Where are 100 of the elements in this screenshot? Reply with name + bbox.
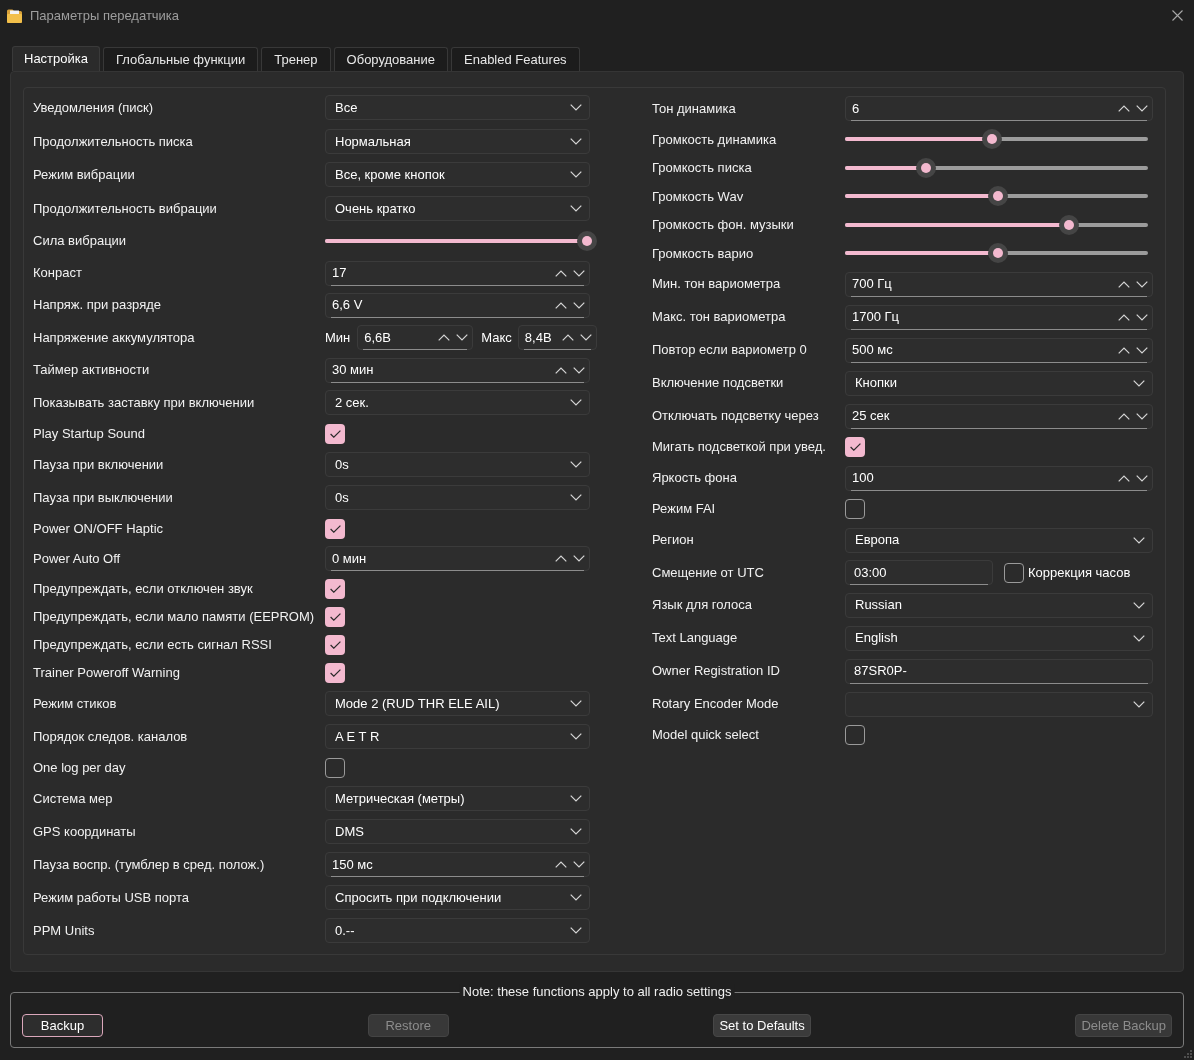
spin-box[interactable]: 25 сек [845,403,1153,429]
slider-thumb[interactable] [577,231,597,251]
chevron-down-icon[interactable] [573,861,585,868]
chevron-up-icon[interactable] [1118,412,1130,420]
slider[interactable] [845,214,1150,235]
setting-label: Громкость фон. музыки [652,216,795,234]
checkbox[interactable] [325,662,345,683]
chevron-down-icon[interactable] [456,334,469,341]
slider-thumb[interactable] [981,129,1002,150]
spin-box[interactable]: 500 мс [845,337,1153,363]
slider[interactable] [325,231,597,251]
checkbox[interactable] [845,725,865,745]
chevron-down-icon[interactable] [573,555,585,562]
chevron-down-icon[interactable] [1136,313,1148,321]
dropdown[interactable]: Все [325,95,590,121]
text-field[interactable]: 03:00 [845,560,993,585]
spin-box[interactable]: 1700 Гц [845,304,1153,330]
slider[interactable] [845,157,1150,178]
text-field[interactable]: 87SR0P- [845,658,1153,684]
dropdown[interactable]: Russian [845,592,1153,618]
chevron-down-icon [570,794,582,802]
action-button[interactable]: Set to Defaults [713,1014,811,1037]
chevron-up-icon[interactable] [555,861,567,868]
chevron-down-icon[interactable] [573,301,585,309]
slider[interactable] [845,186,1150,207]
spin-box[interactable]: 150 мс [325,852,590,877]
chevron-up-icon[interactable] [1118,313,1130,321]
spin-box[interactable]: 17 [325,260,590,286]
checkbox[interactable] [325,423,345,444]
dropdown[interactable]: 0s [325,485,590,511]
checkbox[interactable] [845,499,865,519]
dropdown[interactable]: Mode 2 (RUD THR ELE AIL) [325,690,590,716]
checkbox-label[interactable]: Коррекция часов [1028,562,1131,583]
chevron-up-icon[interactable] [1118,105,1130,112]
slider-thumb[interactable] [987,243,1008,264]
checkbox[interactable] [325,606,345,627]
chevron-up-icon[interactable] [555,269,567,277]
spin-box[interactable]: 0 мин [325,546,590,571]
setting-label: Конраст [33,264,83,283]
chevron-down-icon[interactable] [1136,412,1148,420]
spin-box[interactable]: 700 Гц [845,271,1153,297]
setting-label: Система мер [33,789,114,808]
dropdown[interactable]: Очень кратко [325,195,590,221]
dropdown[interactable]: A E T R [325,724,590,750]
tab[interactable]: Enabled Features [451,47,580,71]
chevron-down-icon[interactable] [1136,346,1148,354]
slider-thumb[interactable] [916,157,937,178]
chevron-down-icon [570,733,582,741]
checkbox[interactable] [325,518,345,539]
checkbox[interactable] [1004,562,1024,583]
chevron-up-icon[interactable] [1118,474,1130,482]
checkbox[interactable] [325,757,345,778]
spin-box[interactable]: 30 мин [325,357,590,383]
chevron-up-icon[interactable] [555,366,567,374]
checkbox[interactable] [325,578,345,599]
chevron-down-icon[interactable] [1136,280,1148,288]
chevron-down-icon[interactable] [1136,105,1148,112]
chevron-down-icon[interactable] [580,334,592,341]
slider-thumb[interactable] [1058,214,1079,235]
spin-box[interactable]: 6,6В [357,325,474,350]
tab[interactable]: Тренер [261,47,331,71]
chevron-down-icon[interactable] [573,269,585,277]
chevron-up-icon[interactable] [555,301,567,309]
chevron-down-icon[interactable] [1136,474,1148,482]
chevron-up-icon[interactable] [562,334,574,341]
resize-grip-icon[interactable] [1184,1050,1192,1058]
chevron-up-icon[interactable] [1118,346,1130,354]
chevron-down-icon[interactable] [573,366,585,374]
tab[interactable]: Настройка [12,46,100,71]
setting-label: GPS координаты [33,823,137,841]
dropdown[interactable]: 0s [325,451,590,477]
slider[interactable] [845,129,1150,150]
dropdown[interactable]: English [845,625,1153,651]
spin-box[interactable]: 6 [845,96,1153,121]
chevron-up-icon[interactable] [555,555,567,562]
tab[interactable]: Оборудование [333,47,448,71]
dropdown[interactable]: Все, кроме кнопок [325,162,590,188]
dropdown[interactable]: 0.-- [325,918,590,944]
spin-box[interactable]: 6,6 V [325,292,590,318]
checkbox[interactable] [325,634,345,655]
tab[interactable]: Глобальные функции [103,47,259,71]
slider-thumb[interactable] [987,186,1008,207]
chevron-up-icon[interactable] [438,334,451,341]
check-icon [329,640,341,649]
dropdown[interactable]: Нормальная [325,128,590,154]
dropdown[interactable]: 2 сек. [325,390,590,416]
chevron-up-icon[interactable] [1118,280,1130,288]
dropdown[interactable]: Европа [845,527,1153,553]
spin-box[interactable]: 8,4В [517,325,597,350]
dropdown[interactable]: Метрическая (метры) [325,785,590,811]
dropdown[interactable]: DMS [325,819,590,845]
dropdown[interactable]: Спросить при подключении [325,884,590,910]
spin-box[interactable]: 100 [845,465,1153,491]
dropdown[interactable]: Кнопки [845,370,1153,396]
action-button[interactable]: Backup [22,1014,103,1037]
setting-label: PPM Units [33,922,96,940]
close-icon[interactable] [1172,10,1183,21]
setting-label: Таймер активности [33,361,151,380]
checkbox[interactable] [845,437,865,457]
slider[interactable] [845,243,1150,264]
